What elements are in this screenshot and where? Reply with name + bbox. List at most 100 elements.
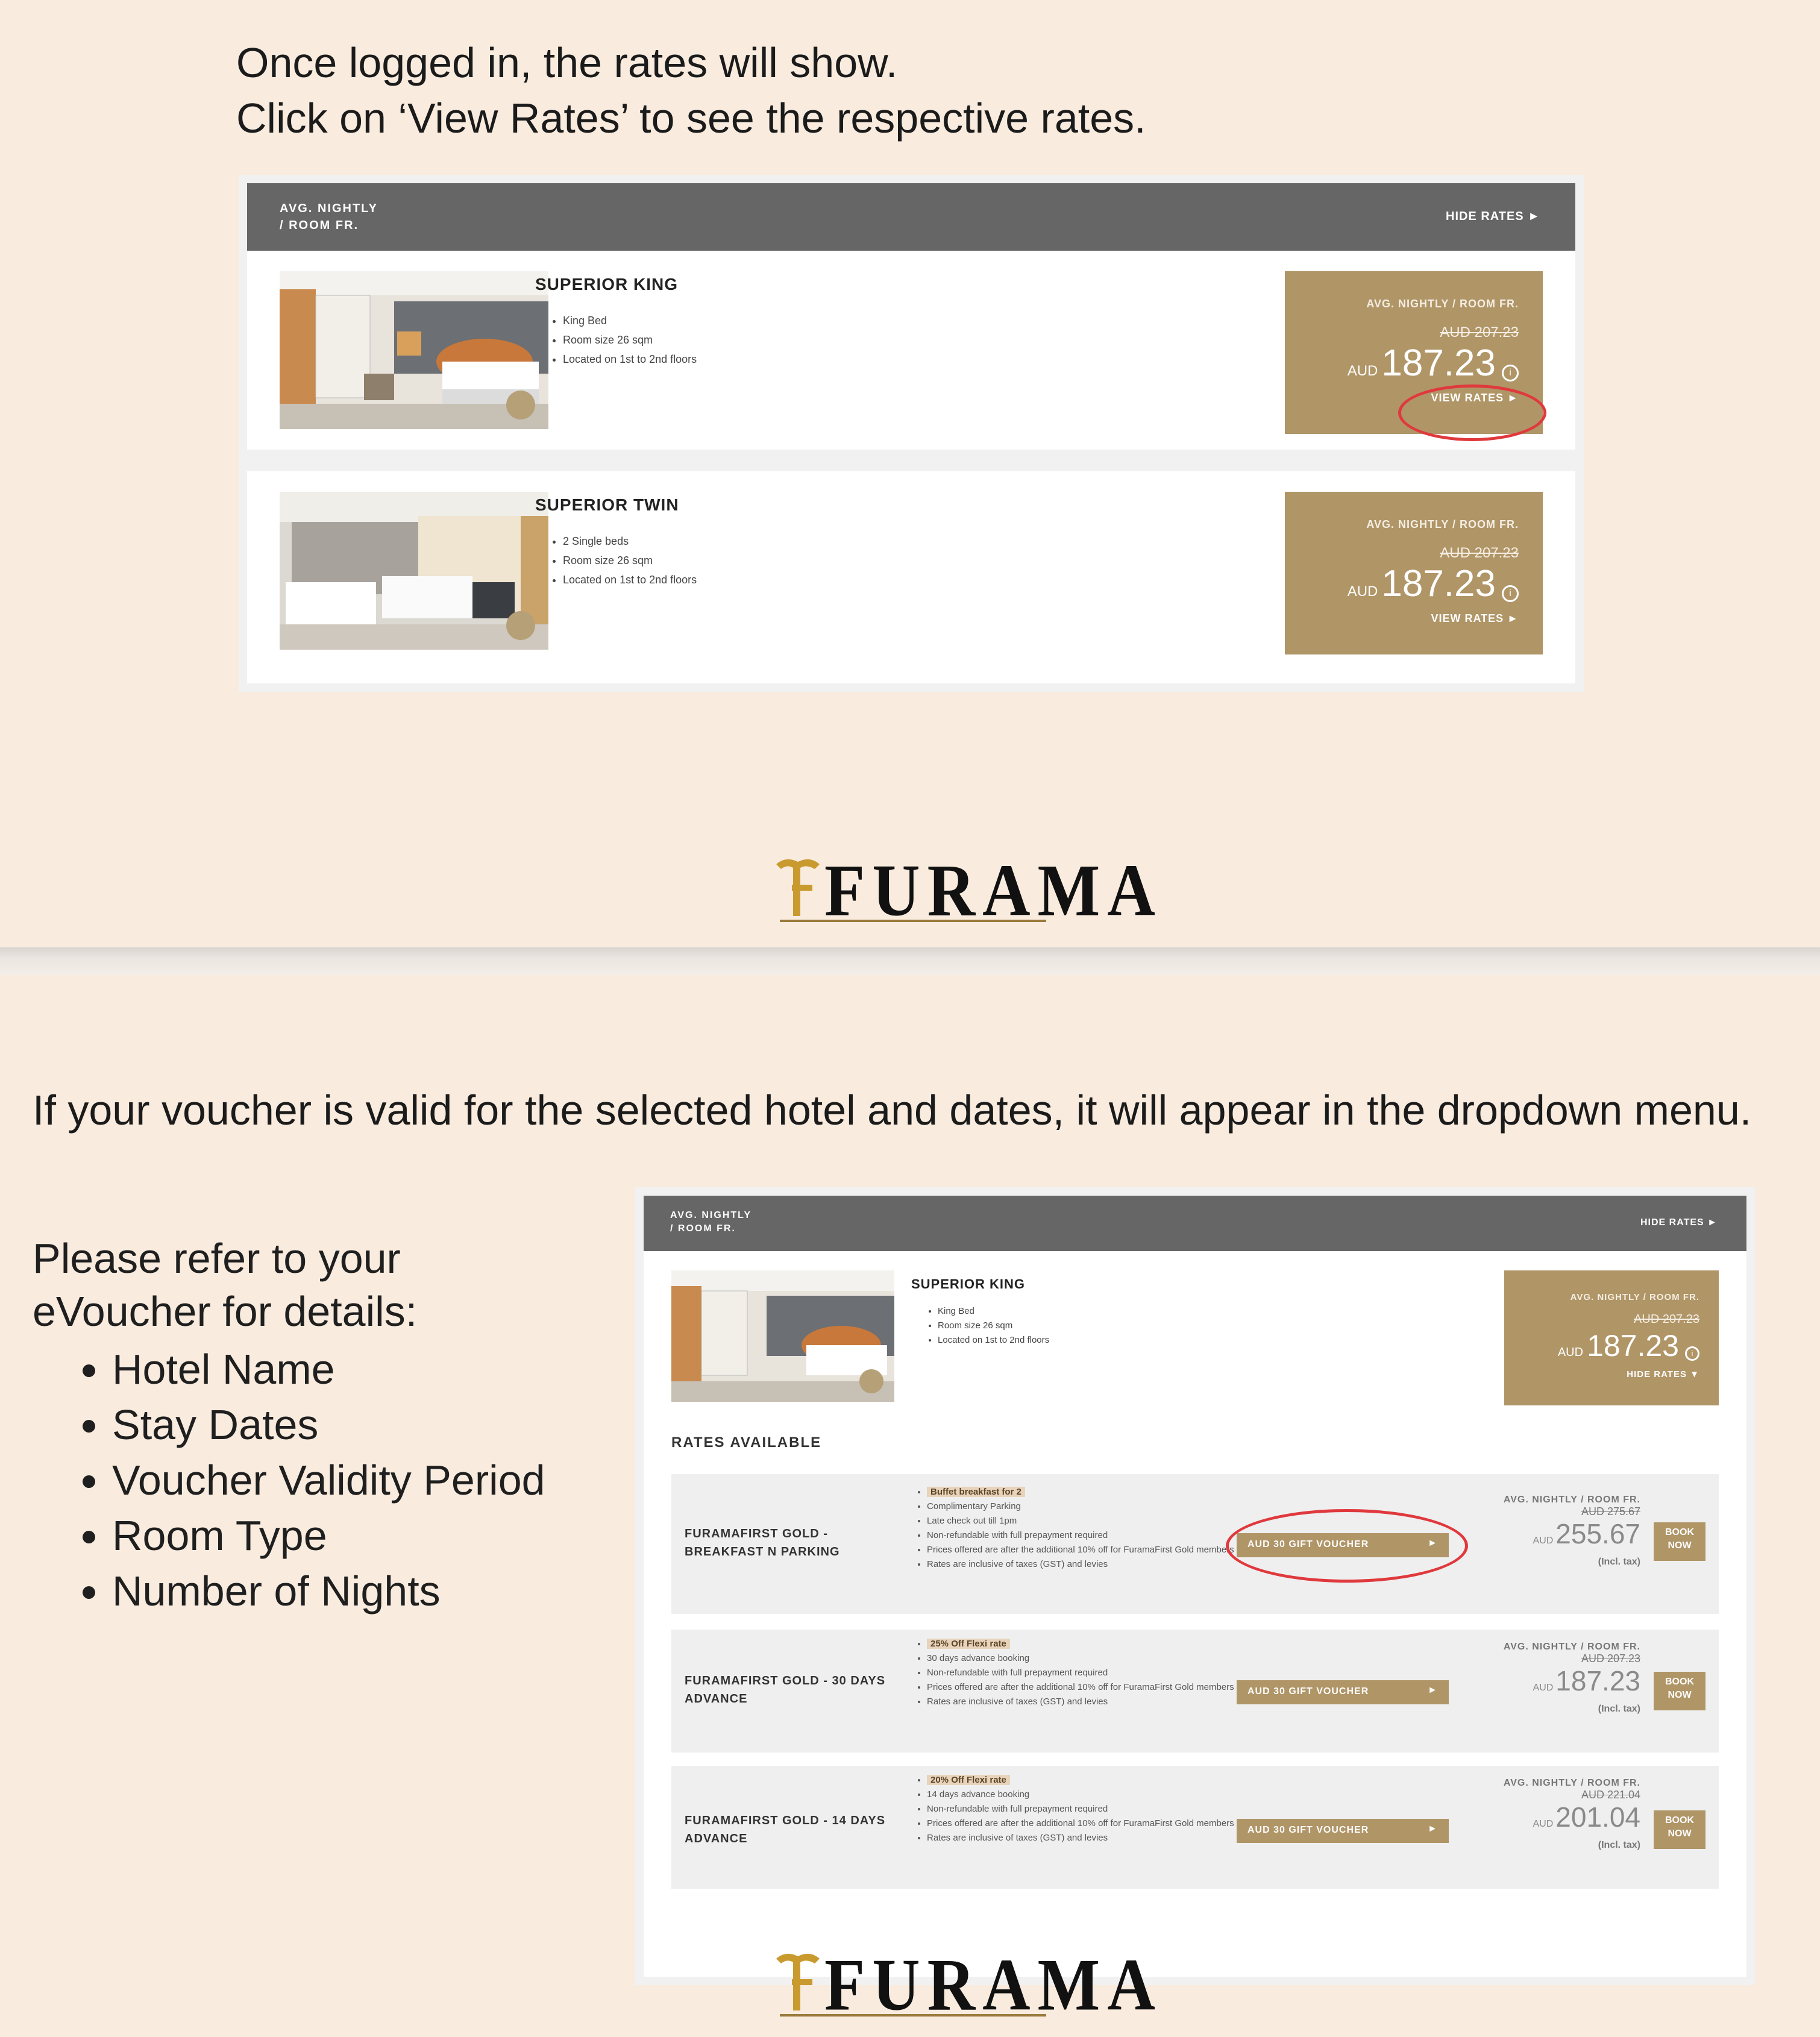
voucher-dropdown[interactable]: AUD 30 GIFT VOUCHER ► — [1237, 1680, 1449, 1704]
price-label: AVG. NIGHTLY / ROOM FR. — [1366, 518, 1519, 530]
logo-text: FURAMA — [824, 1943, 1163, 2026]
rate-row-30-days-advance: FURAMAFIRST GOLD - 30 DAYS ADVANCE 25% O… — [671, 1630, 1719, 1753]
price-value: 187.23 — [1381, 563, 1496, 604]
rate-feature-item: Rates are inclusive of taxes (GST) and l… — [927, 1557, 1240, 1572]
price-label: AVG. NIGHTLY / ROOM FR. — [1366, 298, 1519, 310]
detail-hotel-name: Hotel Name — [112, 1342, 545, 1397]
book-now-button[interactable]: BOOK NOW — [1654, 1522, 1705, 1561]
rates-available-screenshot: AVG. NIGHTLY / ROOM FR. HIDE RATES ► SUP… — [644, 1196, 1746, 1977]
tax-note: (Incl. tax) — [1598, 1557, 1640, 1567]
rate-current-price: AUD201.04 — [1533, 1801, 1640, 1833]
price-value: 187.23 — [1587, 1329, 1679, 1363]
room-features: King Bed Room size 26 sqm Located on 1st… — [922, 1304, 1049, 1348]
voucher-instruction: If your voucher is valid for the selecte… — [33, 1087, 1752, 1134]
price-box: AVG. NIGHTLY / ROOM FR. AUD 207.23 AUD18… — [1285, 492, 1543, 654]
detail-stay-dates: Stay Dates — [112, 1397, 545, 1452]
rate-feature-item: Non-refundable with full prepayment requ… — [927, 1802, 1240, 1816]
rate-row-breakfast-parking: FURAMAFIRST GOLD - BREAKFAST N PARKING B… — [671, 1474, 1719, 1614]
refer-line-1: Please refer to your — [33, 1235, 401, 1282]
info-icon[interactable]: i — [1502, 365, 1519, 381]
header-label-line-2: / ROOM FR. — [280, 219, 359, 232]
rate-feature-item: 25% Off Flexi rate — [927, 1637, 1240, 1651]
tax-note: (Incl. tax) — [1598, 1704, 1640, 1714]
currency-label: AUD — [1347, 583, 1378, 600]
header-label-line-2: / ROOM FR. — [670, 1223, 736, 1234]
hide-rates-link[interactable]: HIDE RATES ► — [1446, 210, 1540, 224]
rate-feature-item: Complimentary Parking — [927, 1499, 1240, 1514]
info-icon[interactable]: i — [1502, 585, 1519, 602]
feature-item: Located on 1st to 2nd floors — [938, 1333, 1049, 1348]
furama-logo-mark-icon — [776, 859, 820, 916]
book-now-button[interactable]: BOOK NOW — [1654, 1672, 1705, 1710]
rate-feature-item: Rates are inclusive of taxes (GST) and l… — [927, 1831, 1240, 1845]
rates-header-bar: AVG. NIGHTLY / ROOM FR. HIDE RATES ► — [247, 183, 1575, 251]
rates-screenshot: AVG. NIGHTLY / ROOM FR. HIDE RATES ► SUP… — [247, 183, 1575, 683]
logo-text: FURAMA — [824, 849, 1163, 932]
rate-features: 20% Off Flexi rate 14 days advance booki… — [914, 1773, 1240, 1845]
tax-note: (Incl. tax) — [1598, 1840, 1640, 1850]
feature-item: Room size 26 sqm — [563, 330, 697, 350]
price-box: AVG. NIGHTLY / ROOM FR. AUD 207.23 AUD18… — [1504, 1270, 1719, 1405]
dropdown-arrow-icon: ► — [1428, 1685, 1438, 1695]
furama-logo: FURAMA — [769, 1944, 1155, 2025]
rates-available-title: RATES AVAILABLE — [671, 1434, 822, 1451]
rate-row-14-days-advance: FURAMAFIRST GOLD - 14 DAYS ADVANCE 20% O… — [671, 1766, 1719, 1889]
view-rates-button[interactable]: VIEW RATES ► — [1431, 612, 1519, 625]
rate-features: Buffet breakfast for 2 Complimentary Par… — [914, 1485, 1240, 1572]
old-price: AUD 207.23 — [1440, 324, 1519, 341]
feature-item: King Bed — [938, 1304, 1049, 1319]
room-card-superior-twin: SUPERIOR TWIN 2 Single beds Room size 26… — [247, 471, 1575, 674]
rate-old-price: AUD 275.67 — [1581, 1505, 1640, 1518]
rates-header-bar: AVG. NIGHTLY / ROOM FR. HIDE RATES ► — [644, 1196, 1746, 1251]
price-value: 187.23 — [1381, 342, 1496, 384]
instruction-line-1: Once logged in, the rates will show. — [236, 39, 898, 86]
room-features: King Bed Room size 26 sqm Located on 1st… — [547, 311, 697, 369]
rate-feature-item: Non-refundable with full prepayment requ… — [927, 1666, 1240, 1680]
dropdown-arrow-icon: ► — [1428, 1824, 1438, 1834]
rate-feature-item: Rates are inclusive of taxes (GST) and l… — [927, 1695, 1240, 1709]
hide-rates-link[interactable]: HIDE RATES ► — [1640, 1217, 1718, 1228]
old-price: AUD 207.23 — [1634, 1313, 1699, 1326]
detail-room-type: Room Type — [112, 1508, 545, 1563]
card-divider — [247, 450, 1575, 471]
voucher-label: AUD 30 GIFT VOUCHER — [1247, 1686, 1369, 1696]
info-icon[interactable]: i — [1685, 1346, 1699, 1361]
room-title: SUPERIOR KING — [535, 275, 679, 293]
rate-name: FURAMAFIRST GOLD - 30 DAYS ADVANCE — [685, 1674, 886, 1706]
currency-label: AUD — [1347, 363, 1378, 379]
feature-item: Located on 1st to 2nd floors — [563, 350, 697, 369]
rate-price-label: AVG. NIGHTLY / ROOM FR. — [1503, 1778, 1640, 1788]
price-label: AVG. NIGHTLY / ROOM FR. — [1570, 1292, 1699, 1302]
rate-name: FURAMAFIRST GOLD - BREAKFAST N PARKING — [685, 1527, 840, 1558]
feature-item: Room size 26 sqm — [938, 1319, 1049, 1333]
slide-voucher-dropdown: If your voucher is valid for the selecte… — [0, 975, 1820, 2037]
instruction-line-2: Click on ‘View Rates’ to see the respect… — [236, 95, 1146, 142]
logo-underline — [780, 2014, 1046, 2017]
rate-feature-item: 14 days advance booking — [927, 1787, 1240, 1802]
room-card-superior-king: SUPERIOR KING King Bed Room size 26 sqm … — [247, 251, 1575, 450]
rate-price: AVG. NIGHTLY / ROOM FR. AUD 275.67 AUD25… — [1460, 1495, 1640, 1568]
room-photo — [671, 1270, 894, 1402]
feature-item: Room size 26 sqm — [563, 551, 697, 570]
rate-price: AVG. NIGHTLY / ROOM FR. AUD 221.04 AUD20… — [1460, 1778, 1640, 1851]
slide-view-rates: Once logged in, the rates will show. Cli… — [0, 0, 1820, 947]
rate-feature-item: Non-refundable with full prepayment requ… — [927, 1528, 1240, 1543]
highlight-circle — [1398, 384, 1546, 441]
evoucher-details-list: Hotel Name Stay Dates Voucher Validity P… — [76, 1342, 545, 1619]
voucher-dropdown[interactable]: AUD 30 GIFT VOUCHER ► — [1237, 1819, 1449, 1843]
rate-feature-item: Prices offered are after the additional … — [927, 1816, 1240, 1831]
current-price: AUD187.23 i — [1348, 563, 1519, 613]
rate-features: 25% Off Flexi rate 30 days advance booki… — [914, 1637, 1240, 1709]
rate-name: FURAMAFIRST GOLD - 14 DAYS ADVANCE — [685, 1814, 886, 1845]
rate-old-price: AUD 221.04 — [1581, 1789, 1640, 1801]
room-photo — [280, 492, 548, 650]
rate-currency: AUD — [1533, 1819, 1554, 1829]
book-now-button[interactable]: BOOK NOW — [1654, 1810, 1705, 1849]
logo-underline — [780, 920, 1046, 922]
rate-price: AVG. NIGHTLY / ROOM FR. AUD 207.23 AUD18… — [1460, 1642, 1640, 1715]
voucher-label: AUD 30 GIFT VOUCHER — [1247, 1825, 1369, 1835]
hide-rates-button[interactable]: HIDE RATES ▼ — [1627, 1369, 1699, 1379]
feature-item: King Bed — [563, 311, 697, 330]
furama-logo-mark-icon — [776, 1953, 820, 2010]
rate-feature-item: Prices offered are after the additional … — [927, 1680, 1240, 1695]
